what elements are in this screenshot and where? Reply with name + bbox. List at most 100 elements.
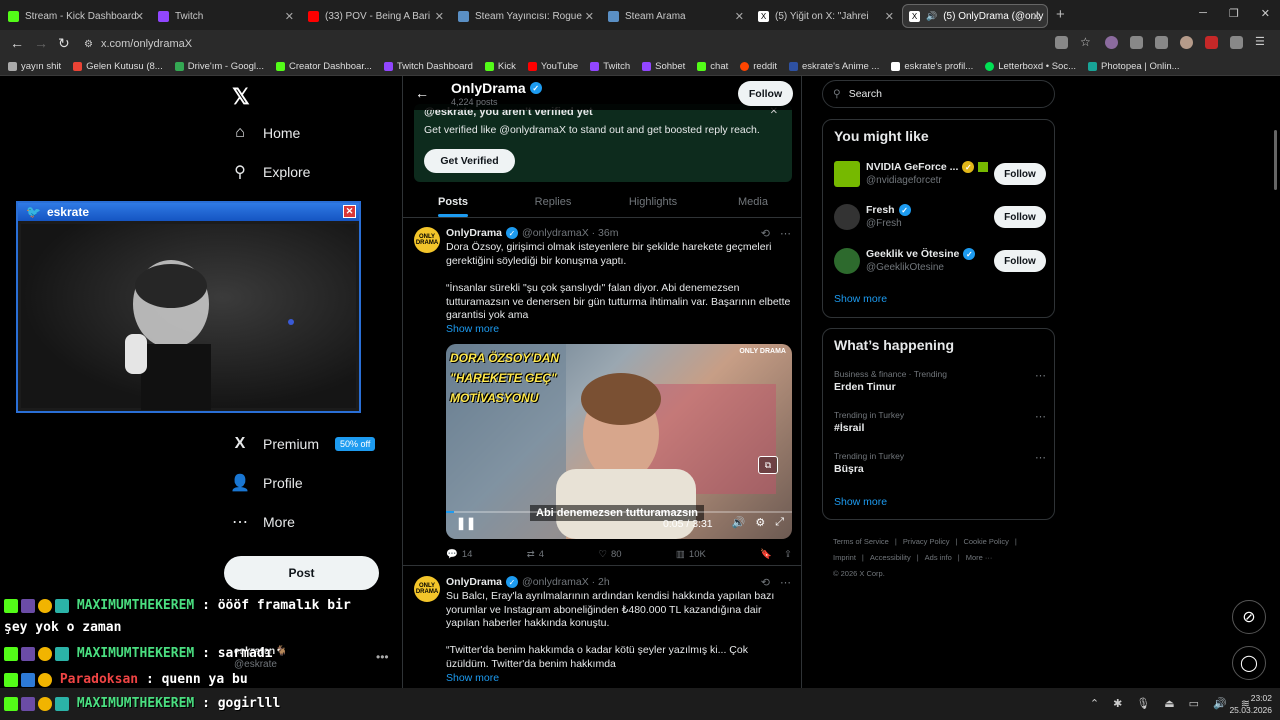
volume-icon[interactable]: 🔊 xyxy=(732,516,746,529)
tab-youtube[interactable]: (33) POV - Being A Bari ✕ xyxy=(302,4,450,28)
post-button[interactable]: Post xyxy=(224,556,379,590)
tweet-video[interactable]: DORA ÖZSOY'DAN "HAREKETE GEÇ" MOTİVASYON… xyxy=(446,344,792,539)
site-info-icon[interactable]: ⚙ xyxy=(84,39,93,50)
footer-link[interactable]: Terms of Service xyxy=(833,537,889,546)
video-progress-bar[interactable] xyxy=(446,511,792,513)
avatar[interactable]: ONLY DRAMA xyxy=(414,576,440,602)
extension-icon[interactable] xyxy=(1105,36,1118,49)
bluetooth-icon[interactable]: ✱ xyxy=(1113,697,1122,710)
clock[interactable]: 23:02 25.03.2026 xyxy=(1229,692,1272,716)
tab-replies[interactable]: Replies xyxy=(503,186,603,217)
close-icon[interactable]: ✕ xyxy=(735,10,744,23)
nav-more[interactable]: ⋯ More xyxy=(231,513,295,531)
settings-icon[interactable]: ⚙ xyxy=(755,516,765,529)
bookmark-item[interactable]: Twitch xyxy=(590,61,630,72)
bookmark-item[interactable]: Twitch Dashboard xyxy=(383,61,473,72)
back-arrow-icon[interactable]: ← xyxy=(415,85,429,101)
more-icon[interactable]: ⋯ xyxy=(780,227,791,240)
screenshot-icon[interactable] xyxy=(1055,36,1068,49)
tweet-author[interactable]: OnlyDrama xyxy=(446,227,502,239)
follow-button[interactable]: Follow xyxy=(738,81,793,106)
follow-button[interactable]: Follow xyxy=(994,163,1046,185)
footer-link[interactable]: More ··· xyxy=(966,553,993,562)
tab-twitch[interactable]: Twitch ✕ xyxy=(152,4,300,28)
get-verified-button[interactable]: Get Verified xyxy=(424,149,515,173)
menu-icon[interactable]: ☰ xyxy=(1255,36,1268,49)
bookmark-item[interactable]: Sohbet xyxy=(642,61,685,72)
avatar[interactable]: ONLY DRAMA xyxy=(414,227,440,253)
grok-icon[interactable]: ⟲ xyxy=(761,227,770,240)
tab-kick-dashboard[interactable]: Stream - Kick Dashboard ✕ xyxy=(2,4,150,28)
close-icon[interactable]: ✕ xyxy=(435,10,444,23)
tweet-handle-time[interactable]: @onlydramaX · 36m xyxy=(522,227,618,239)
fullscreen-icon[interactable]: ⤢ xyxy=(775,516,784,529)
show-more-link[interactable]: Show more xyxy=(446,323,499,335)
like-button[interactable]: ♡ 80 xyxy=(598,549,621,560)
url-field[interactable]: ⚙ x.com/onlydramaX xyxy=(78,34,1048,54)
volume-icon[interactable]: 🔊 xyxy=(1213,697,1227,710)
sidebar-icon[interactable] xyxy=(1230,36,1243,49)
bookmark-item[interactable]: chat xyxy=(697,61,728,72)
tweet-author[interactable]: OnlyDrama xyxy=(446,576,502,588)
trend-item[interactable]: Trending in Turkey #İsrail ⋯ xyxy=(834,410,1046,434)
bookmark-item[interactable]: Gelen Kutusu (8... xyxy=(73,61,163,72)
tab-media[interactable]: Media xyxy=(703,186,801,217)
tab-posts[interactable]: Posts xyxy=(403,186,503,217)
bookmark-item[interactable]: Letterboxd • Soc... xyxy=(985,61,1076,72)
extension-icon[interactable] xyxy=(1205,36,1218,49)
bookmark-button[interactable]: 🔖 ⇪ xyxy=(760,549,792,560)
trend-item[interactable]: Business & finance · Trending Erden Timu… xyxy=(834,369,1046,393)
speaker-icon[interactable]: 🔊 xyxy=(926,11,937,22)
tab-x-onlydrama[interactable]: X 🔊 (5) OnlyDrama (@only ✕ xyxy=(902,4,1048,28)
tweet-handle-time[interactable]: @onlydramaX · 2h xyxy=(522,576,610,588)
follow-button[interactable]: Follow xyxy=(994,206,1046,228)
nav-profile[interactable]: 👤 Profile xyxy=(230,474,303,492)
account-more-icon[interactable]: ••• xyxy=(376,650,389,664)
bookmark-item[interactable]: Creator Dashboar... xyxy=(275,61,372,72)
bookmark-item[interactable]: reddit xyxy=(740,61,777,72)
minimize-icon[interactable]: ─ xyxy=(1199,7,1207,20)
footer-link[interactable]: Accessibility xyxy=(870,553,911,562)
back-icon[interactable]: ← xyxy=(10,35,24,51)
close-window-icon[interactable]: ✕ xyxy=(1261,7,1270,20)
messages-button[interactable]: ◯ xyxy=(1232,646,1266,680)
suggestion-item[interactable]: Fresh ✓ @Fresh Follow xyxy=(834,200,1046,236)
nav-premium[interactable]: X Premium 50% off xyxy=(231,435,376,453)
close-icon[interactable]: ✕ xyxy=(135,10,144,23)
trend-item[interactable]: Trending in Turkey Büşra ⋯ xyxy=(834,451,1046,475)
profile-avatar-icon[interactable] xyxy=(1180,36,1193,49)
bookmark-star-icon[interactable]: ☆ xyxy=(1080,36,1093,49)
nav-home[interactable]: ⌂ Home xyxy=(231,124,300,142)
more-icon[interactable]: ⋯ xyxy=(780,576,791,589)
close-icon[interactable]: ✕ xyxy=(285,10,294,23)
suggestion-item[interactable]: NVIDIA GeForce ... ✓ @nvidiageforcetr Fol… xyxy=(834,157,1046,193)
close-icon[interactable]: ✕ xyxy=(885,10,894,23)
follow-button[interactable]: Follow xyxy=(994,250,1046,272)
grok-icon[interactable]: ⟲ xyxy=(761,576,770,589)
close-icon[interactable]: ✕ xyxy=(1032,10,1041,23)
tab-steam-publisher[interactable]: Steam Yayıncısı: Rogue ✕ xyxy=(452,4,600,28)
reply-button[interactable]: 💬 14 xyxy=(446,549,472,560)
bookmark-item[interactable]: Drive'ım - Googl... xyxy=(174,61,264,72)
nav-explore[interactable]: ⚲ Explore xyxy=(231,163,310,181)
bookmark-item[interactable]: Kick xyxy=(484,61,516,72)
tweet[interactable]: ONLY DRAMA OnlyDrama ✓ @onlydramaX · 2h ⟲… xyxy=(403,568,801,688)
display-icon[interactable]: ▭ xyxy=(1189,697,1199,710)
repost-button[interactable]: ⇄ 4 xyxy=(527,549,544,560)
show-more-link[interactable]: Show more xyxy=(446,672,499,684)
extension-icon[interactable] xyxy=(1155,36,1168,49)
x-logo-icon[interactable]: 𝕏 xyxy=(232,84,250,110)
bookmark-item[interactable]: yayın shit xyxy=(8,61,61,72)
bookmark-item[interactable]: eskrate's profil... xyxy=(891,61,973,72)
puzzle-icon[interactable] xyxy=(1130,36,1143,49)
suggestion-item[interactable]: Geeklik ve Ötesine ✓ @GeeklikOtesine Foll… xyxy=(834,244,1046,280)
usb-icon[interactable]: ⏏ xyxy=(1164,697,1174,710)
show-more-link[interactable]: Show more xyxy=(834,293,887,305)
reload-icon[interactable]: ↻ xyxy=(58,35,70,52)
restore-icon[interactable]: ❐ xyxy=(1229,7,1239,20)
more-icon[interactable]: ⋯ xyxy=(1035,451,1046,464)
close-icon[interactable]: ✕ xyxy=(585,10,594,23)
footer-link[interactable]: Cookie Policy xyxy=(963,537,1008,546)
scrollbar[interactable] xyxy=(1274,130,1277,190)
new-tab-button[interactable]: + xyxy=(1056,6,1065,23)
